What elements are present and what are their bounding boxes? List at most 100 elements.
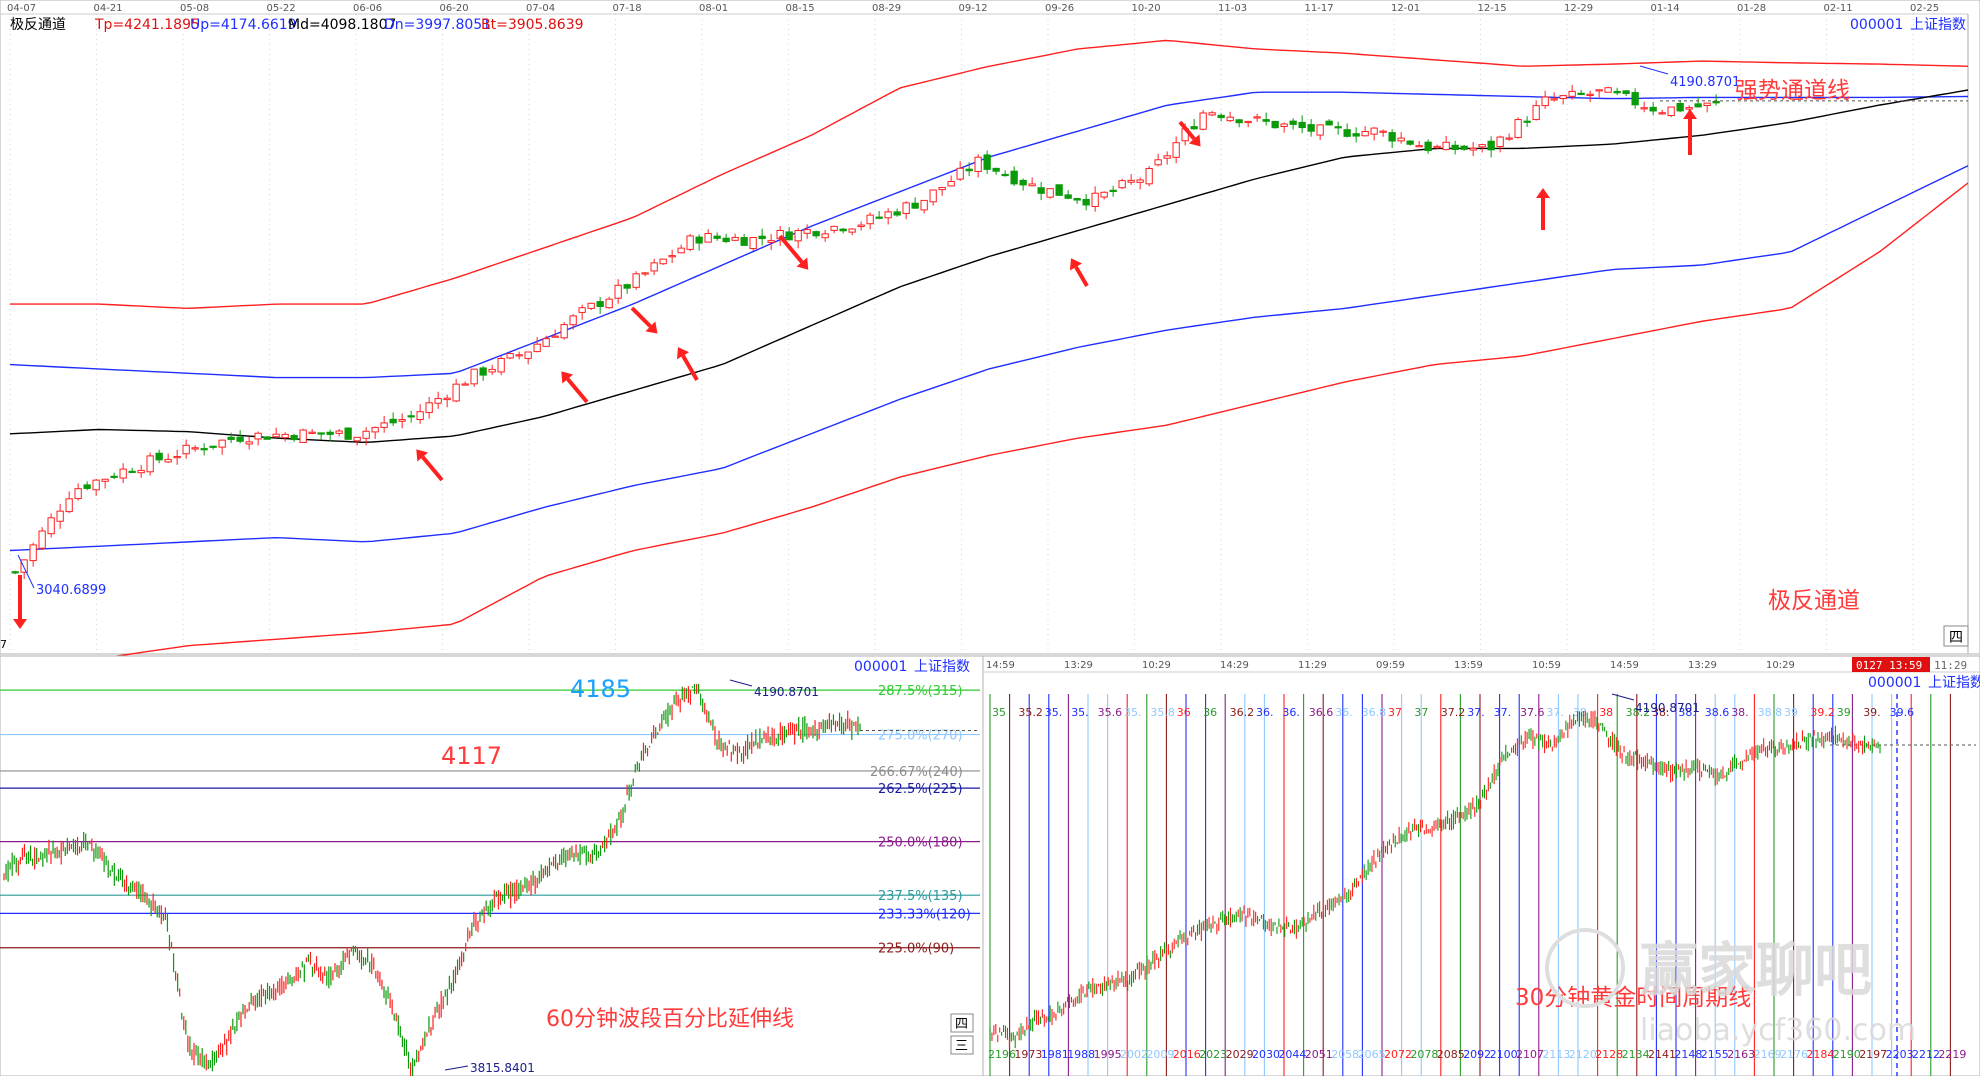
candle-body: [1694, 103, 1702, 108]
candle-body: [947, 180, 955, 187]
candle-body: [650, 262, 658, 272]
candle-body: [920, 199, 928, 211]
candle-body: [1136, 179, 1144, 183]
annotation-strong-channel: 强势通道线: [1735, 78, 1850, 104]
cycle-top-label: 36: [1203, 706, 1217, 719]
candle-body: [128, 470, 136, 473]
cycle-top-label: 36: [1177, 706, 1191, 719]
candle-body: [659, 258, 667, 265]
candle-body: [524, 351, 532, 359]
main-date-tick: 11-17: [1305, 3, 1334, 14]
left-annot-4117: 4117: [441, 742, 502, 770]
candle-body: [1082, 199, 1090, 206]
candle-body: [65, 498, 73, 513]
candle-body: [83, 484, 91, 489]
main-date-tick: 01-14: [1651, 3, 1680, 14]
main-index-name[interactable]: 上证指数: [1910, 17, 1966, 33]
candle-body: [317, 432, 325, 435]
candle-body: [1406, 140, 1414, 145]
candle-body: [641, 272, 649, 275]
candle-body: [1460, 145, 1468, 150]
candle-body: [569, 315, 577, 326]
left-high-label: 4190.8701: [754, 685, 819, 699]
stat-bt: Bt=3905.8639: [481, 17, 584, 33]
candle-body: [830, 225, 838, 231]
cycle-bottom-label: 2072: [1384, 1048, 1412, 1061]
candle-body: [1145, 168, 1153, 185]
cycle-top-label: 37.: [1494, 706, 1512, 719]
percent-level-label: 287.5%(315): [878, 684, 963, 699]
candle-body: [1370, 127, 1378, 135]
main-date-tick: 08-15: [786, 3, 815, 14]
candle-body: [1559, 95, 1567, 99]
main-date-tick: 12-01: [1391, 3, 1420, 14]
candle-body: [1658, 112, 1666, 115]
cycle-top-label: 35.6: [1098, 706, 1123, 719]
candle-body: [92, 479, 100, 491]
candle-body: [272, 433, 280, 438]
candle-body: [209, 445, 217, 448]
cycle-top-label: 36.: [1335, 706, 1353, 719]
candle-body: [1496, 136, 1504, 147]
candle-body: [1433, 145, 1441, 149]
main-date-tick: 06-20: [440, 3, 469, 14]
right-index-name[interactable]: 上证指数: [1928, 675, 1980, 691]
candle-body: [857, 224, 865, 228]
percent-level-label: 266.67%(240): [870, 765, 963, 780]
candle-body: [488, 368, 496, 373]
cycle-top-label: 38.6: [1705, 706, 1730, 719]
candle-body: [974, 156, 982, 172]
stat-md: Md=4098.1807: [288, 17, 396, 33]
cycle-top-label: 36.: [1282, 706, 1300, 719]
cycle-top-label: 38.: [1731, 706, 1749, 719]
right-time-tick: 14:59: [1610, 660, 1639, 671]
candle-body: [1388, 132, 1396, 142]
candle-body: [1397, 137, 1405, 142]
candle-body: [929, 189, 937, 203]
candle-body: [668, 255, 676, 258]
candle-body: [1352, 133, 1360, 137]
candle-body: [182, 444, 190, 455]
right-time-tick: 11:29: [1298, 660, 1327, 671]
candle-body: [254, 432, 262, 440]
right-time-tick: 10:29: [1142, 660, 1171, 671]
percent-level-label: 262.5%(225): [878, 782, 963, 797]
candle-body: [1037, 187, 1045, 194]
candle-body: [389, 418, 397, 424]
main-date-tick: 05-08: [180, 3, 209, 14]
cycle-bottom-label: 2009: [1146, 1048, 1174, 1061]
candle-body: [20, 559, 28, 573]
main-symbol[interactable]: 000001: [1850, 17, 1903, 33]
cycle-bottom-label: 1973: [1014, 1048, 1042, 1061]
candle-body: [344, 427, 352, 440]
percent-level-label: 233.33%(120): [878, 907, 971, 922]
main-high-label: 4190.8701: [1670, 75, 1740, 90]
right-symbol[interactable]: 000001: [1868, 675, 1921, 691]
candle-body: [767, 240, 775, 243]
candle-body: [1550, 98, 1558, 101]
candle-body: [542, 338, 550, 347]
candle-body: [893, 211, 901, 216]
candle-body: [380, 422, 388, 428]
candle-body: [1469, 147, 1477, 151]
right-cursor-time-after: 11:29: [1934, 659, 1967, 672]
candle-body: [164, 458, 172, 463]
cycle-top-label: 35.: [1124, 706, 1142, 719]
candle-body: [398, 419, 406, 422]
candle-body: [1379, 130, 1387, 133]
cycle-bottom-label: 2176: [1780, 1048, 1808, 1061]
candle-body: [1127, 179, 1135, 183]
left-symbol[interactable]: 000001: [854, 659, 907, 675]
candle-body: [866, 214, 874, 225]
cycle-bottom-label: 2002: [1120, 1048, 1148, 1061]
candle-body: [587, 302, 595, 309]
left-title: 60分钟波段百分比延伸线: [546, 1007, 794, 1032]
cycle-bottom-label: 2100: [1490, 1048, 1518, 1061]
candle-body: [938, 186, 946, 191]
candle-body: [1640, 107, 1648, 110]
cycle-bottom-label: 2120: [1569, 1048, 1597, 1061]
left-corner-button-label: 四: [955, 1017, 968, 1032]
left-index-name[interactable]: 上证指数: [914, 659, 970, 675]
main-date-tick: 09-12: [959, 3, 988, 14]
candle-body: [407, 415, 415, 418]
